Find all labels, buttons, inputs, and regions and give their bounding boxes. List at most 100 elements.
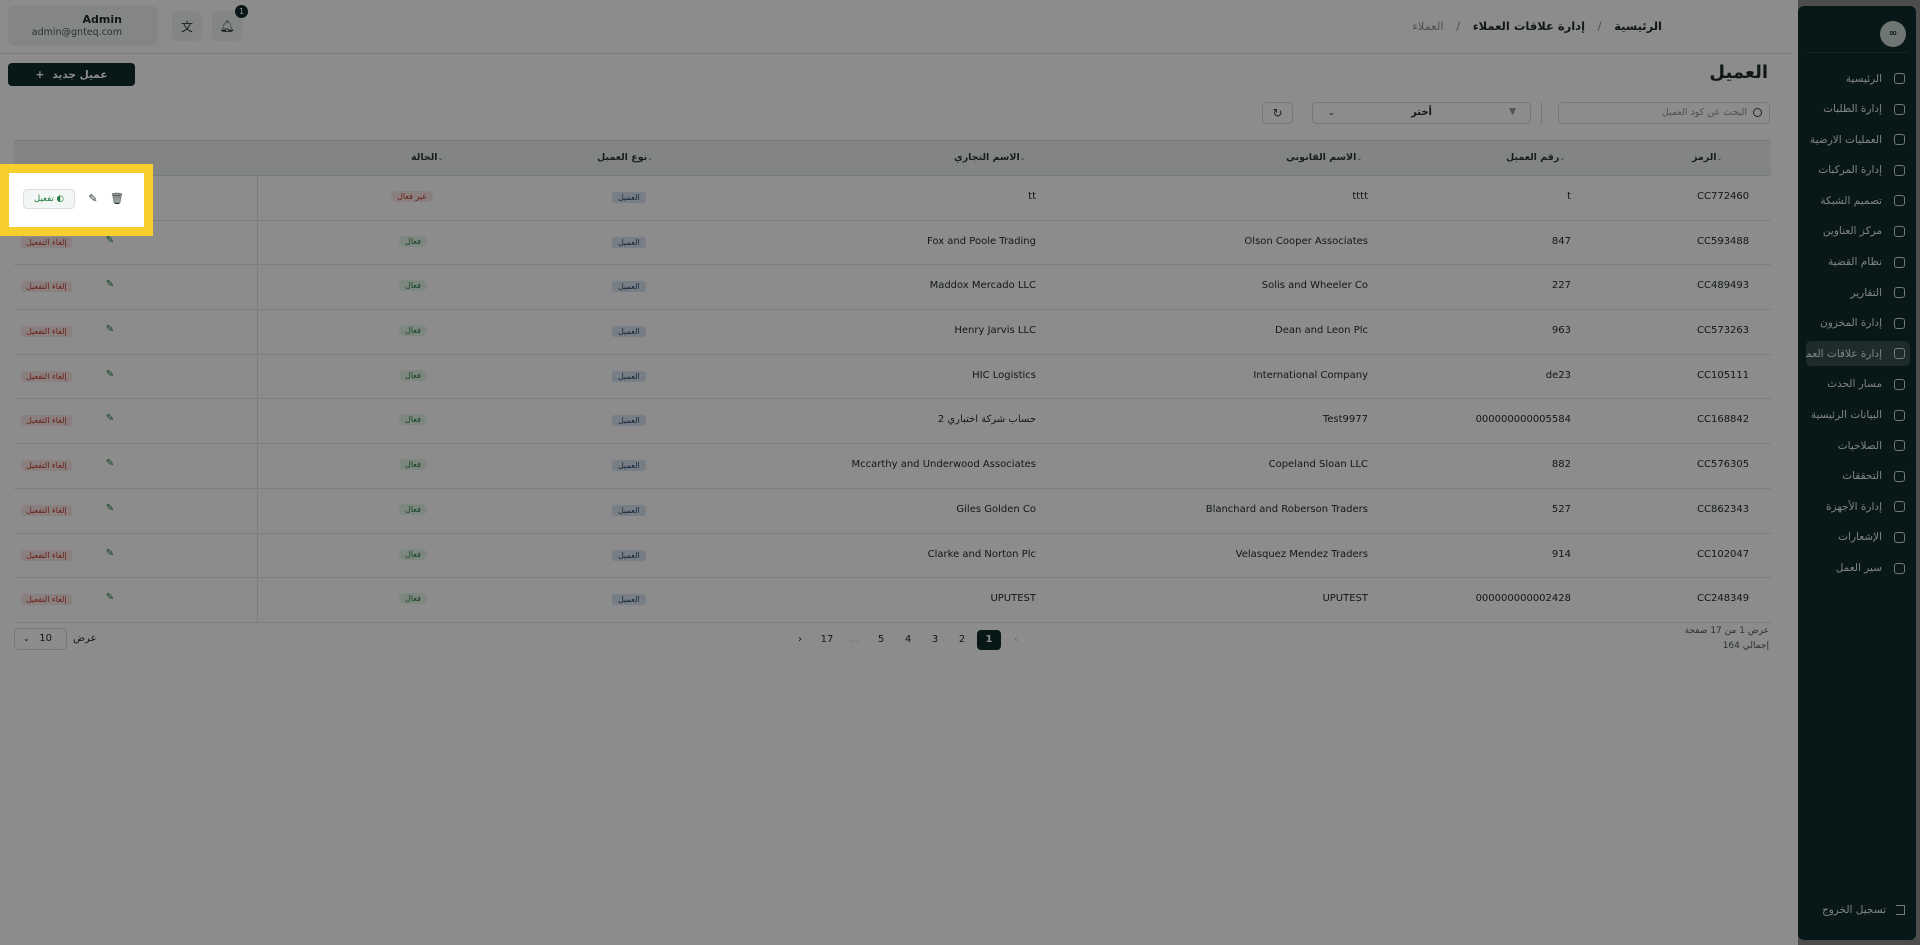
table-row[interactable]: CC102047 914 Velasquez Mendez Traders Clark… <box>14 533 1771 579</box>
edit-button[interactable]: ✎ <box>83 189 103 209</box>
page-number[interactable]: 2 <box>950 630 974 650</box>
column-header-legal-name[interactable]: الاسم القانوني⌄ <box>1286 152 1368 163</box>
cell-legal-name: Dean and Leon Plc <box>1275 325 1368 337</box>
sidebar-item[interactable]: إدارة المركبات <box>1806 158 1910 183</box>
translate-icon: 文 <box>180 19 193 34</box>
table-row[interactable]: CC576305 882 Copeland Sloan LLC Mccarthy an… <box>14 444 1771 489</box>
sidebar-item[interactable]: التقارير <box>1806 280 1910 305</box>
logo: ∞ <box>1880 21 1906 47</box>
breadcrumb-section[interactable]: إدارة علاقات العملاء <box>1473 19 1585 33</box>
sidebar-item[interactable]: مسار الحدث <box>1806 372 1910 397</box>
table-row[interactable]: CC573263 963 Dean and Leon Plc Henry Jarvis… <box>14 310 1771 355</box>
activate-button[interactable]: ◐ تفعيل <box>23 189 75 209</box>
pencil-icon: ✎ <box>105 368 115 380</box>
table-row[interactable]: CC489493 227 Solis and Wheeler Co Maddox Me… <box>14 265 1771 311</box>
page-number[interactable]: 1 <box>977 630 1001 650</box>
refresh-button[interactable]: ↻ <box>1262 102 1293 124</box>
column-header-code[interactable]: الرمز⌄ <box>1692 152 1728 163</box>
deactivate-button[interactable]: إلغاء التفعيل <box>21 594 72 606</box>
breadcrumb-home[interactable]: الرئيسية <box>1614 19 1662 33</box>
sidebar-item[interactable]: إدارة علاقات العملاء <box>1806 341 1910 367</box>
deactivate-button[interactable]: إلغاء التفعيل <box>21 415 72 427</box>
page-number[interactable]: 4 <box>896 630 920 650</box>
edit-button[interactable]: ✎ <box>103 548 117 562</box>
cell-legal-name: Olson Cooper Associates <box>1244 235 1368 247</box>
type-badge: العميل <box>612 192 646 203</box>
deactivate-button[interactable]: إلغاء التفعيل <box>21 281 72 293</box>
table-row[interactable]: CC862343 527 Blanchard and Roberson Trader… <box>14 488 1771 534</box>
sidebar-item[interactable]: العمليات الارضية <box>1806 127 1910 152</box>
table-row[interactable]: CC248349 000000000002428 UPUTEST UPUTEST الع… <box>14 578 1771 623</box>
translate-button[interactable]: 文 <box>172 11 202 41</box>
sidebar-item[interactable]: الإشعارات <box>1806 525 1910 550</box>
deactivate-button[interactable]: إلغاء التفعيل <box>21 460 72 472</box>
sidebar-item[interactable]: البيانات الرئيسية <box>1806 403 1910 428</box>
cell-code: CC772460 <box>1697 191 1750 202</box>
ground-ops-icon <box>1890 131 1908 149</box>
cell-code: CC593488 <box>1697 235 1750 247</box>
table-row[interactable]: CC105111 de23 International Company HIC Log… <box>14 354 1771 400</box>
column-header-type[interactable]: نوع العميل⌄ <box>597 152 659 163</box>
next-page-button[interactable]: › <box>788 630 812 650</box>
edit-button[interactable]: ✎ <box>103 279 117 293</box>
logout-button[interactable]: تسجيل الخروج <box>1822 902 1910 918</box>
sidebar-item[interactable]: إدارة الطلبات <box>1806 97 1910 122</box>
sidebar-menu: الرئيسية إدارة الطلبات العمليات الارضية إدا… <box>1806 66 1910 586</box>
sidebar-item[interactable]: إدارة المخزون <box>1806 311 1910 336</box>
column-divider <box>257 176 258 220</box>
deactivate-button[interactable]: إلغاء التفعيل <box>21 236 72 248</box>
table-row[interactable]: CC772460 t tttt tt العميل غير فعال <box>14 176 1771 221</box>
edit-button[interactable]: ✎ <box>103 503 117 517</box>
prev-page-button[interactable]: ‹ <box>1004 630 1028 650</box>
deactivate-button[interactable]: إلغاء التفعيل <box>21 326 72 338</box>
sidebar-item[interactable]: الرئيسية <box>1806 66 1910 91</box>
edit-button[interactable]: ✎ <box>103 324 117 338</box>
table-row[interactable]: CC593488 847 Olson Cooper Associates Fox an… <box>14 220 1771 266</box>
page-info: عرض 1 من 17 صفحة إجمالي 164 <box>1685 624 1769 654</box>
per-page-label: عرض <box>73 633 97 644</box>
sidebar-item[interactable]: مركز العناوين <box>1806 219 1910 244</box>
sidebar-item[interactable]: سير العمل <box>1806 556 1910 581</box>
column-header-number[interactable]: رقم العميل⌄ <box>1506 152 1571 163</box>
filter-select[interactable]: ▼ أختر ⌄ <box>1312 102 1531 124</box>
sidebar-item-label: نظام القضية <box>1828 256 1882 269</box>
edit-button[interactable]: ✎ <box>103 235 117 249</box>
column-header-status[interactable]: الحالة⌄ <box>411 152 449 163</box>
status-badge: فعال <box>399 548 427 560</box>
page-title: العميل <box>1709 62 1768 83</box>
edit-button[interactable]: ✎ <box>103 592 117 606</box>
search-placeholder: البحث عن كود العميل <box>1661 107 1747 118</box>
type-badge: العميل <box>612 326 646 338</box>
pencil-icon: ✎ <box>105 547 115 559</box>
notifications-button[interactable]: 🔔︎ 1 <box>212 5 248 41</box>
per-page-select[interactable]: 10 ⌄ <box>14 628 67 650</box>
new-customer-button[interactable]: عميل جديد + <box>8 63 135 86</box>
table-row[interactable]: CC168842 000000000005584 Test9977 2 حساب شر… <box>14 399 1771 445</box>
edit-button[interactable]: ✎ <box>103 369 117 383</box>
search-input[interactable]: البحث عن كود العميل <box>1558 102 1770 124</box>
page-number[interactable]: 3 <box>923 630 947 650</box>
sidebar-item[interactable]: نظام القضية <box>1806 250 1910 275</box>
page-number[interactable]: 5 <box>869 630 893 650</box>
delete-button[interactable]: 🗑︎ <box>107 189 127 209</box>
cell-legal-name: International Company <box>1253 369 1368 381</box>
cell-legal-name: Copeland Sloan LLC <box>1268 459 1368 471</box>
sort-icon: ⌄ <box>1559 154 1566 162</box>
breadcrumb-separator: / <box>1597 19 1602 33</box>
pagination: › 17... 5 4 3 2 1 ‹ <box>788 630 1031 650</box>
column-header-trade-name[interactable]: الاسم التجاري⌄ <box>954 152 1032 163</box>
deactivate-button[interactable]: إلغاء التفعيل <box>21 549 72 561</box>
sidebar-item[interactable]: التحققات <box>1806 464 1910 489</box>
deactivate-button[interactable]: إلغاء التفعيل <box>21 370 72 382</box>
deactivate-button[interactable]: إلغاء التفعيل <box>21 504 72 516</box>
edit-button[interactable]: ✎ <box>103 458 117 472</box>
sidebar-item[interactable]: تصميم الشبكة <box>1806 188 1910 213</box>
user-menu[interactable]: Admin admin@gnteq.com <box>8 6 158 46</box>
highlighted-row-actions: ◐ تفعيل ✎ 🗑︎ <box>0 164 153 236</box>
page-number[interactable]: 17 <box>815 630 839 650</box>
pencil-icon: ✎ <box>105 279 115 291</box>
column-divider <box>257 265 258 310</box>
sidebar-item[interactable]: الصلاحيات <box>1806 433 1910 458</box>
edit-button[interactable]: ✎ <box>103 413 117 427</box>
sidebar-item[interactable]: إدارة الأجهزة <box>1806 494 1910 519</box>
